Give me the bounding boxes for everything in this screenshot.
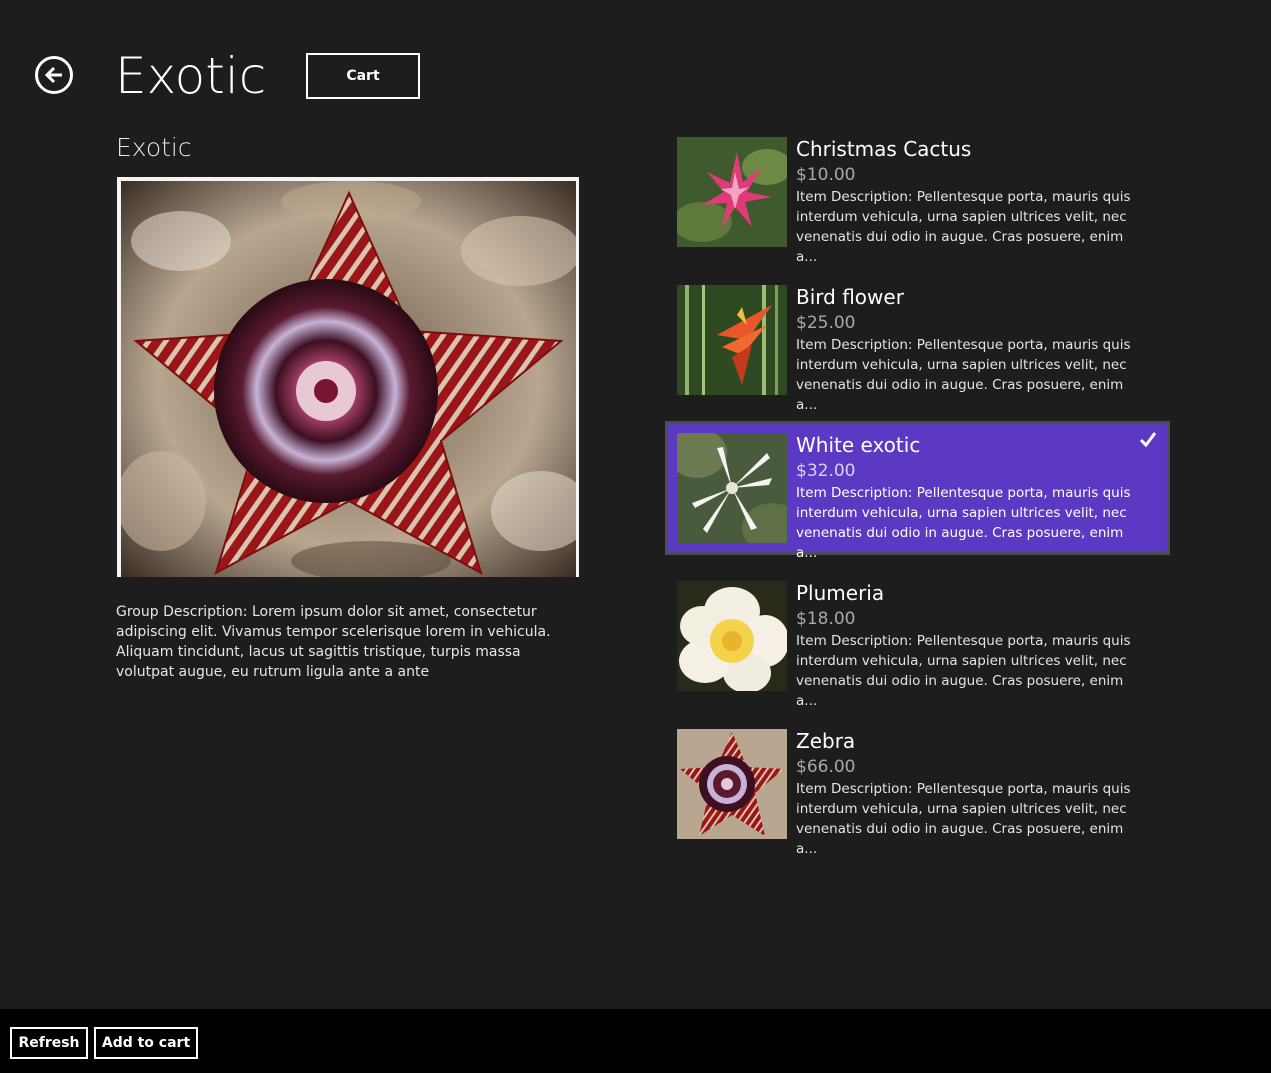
bird-flower-image — [677, 285, 787, 395]
item-thumbnail — [677, 137, 787, 247]
item-description: Item Description: Pellentesque porta, ma… — [796, 633, 1131, 709]
item-thumbnail — [677, 581, 787, 691]
checkmark-icon — [1139, 432, 1157, 448]
item-title: Zebra — [796, 729, 856, 753]
item-thumbnail — [677, 285, 787, 395]
item-description: Item Description: Pellentesque porta, ma… — [796, 485, 1131, 561]
list-item[interactable]: Zebra $66.00 Item Description: Pellentes… — [665, 717, 1170, 857]
list-item[interactable]: Christmas Cactus $10.00 Item Description… — [665, 125, 1170, 265]
item-title: Plumeria — [796, 581, 885, 605]
app-bar: Refresh Add to cart — [0, 1009, 1271, 1073]
list-item[interactable]: Plumeria $18.00 Item Description: Pellen… — [665, 569, 1170, 709]
item-description: Item Description: Pellentesque porta, ma… — [796, 781, 1131, 857]
item-price: $32.00 — [796, 461, 856, 481]
item-title: Christmas Cactus — [796, 137, 972, 161]
group-image — [117, 177, 579, 577]
cart-button[interactable]: Cart — [306, 53, 420, 99]
back-arrow-icon — [44, 66, 62, 84]
page-title: Exotic — [115, 47, 267, 105]
white-exotic-image — [677, 433, 787, 543]
zebra-flower-image — [121, 181, 576, 577]
refresh-button[interactable]: Refresh — [10, 1027, 88, 1059]
item-price: $10.00 — [796, 165, 856, 185]
item-thumbnail — [677, 433, 787, 543]
add-to-cart-button[interactable]: Add to cart — [94, 1027, 198, 1059]
group-title: Exotic — [116, 133, 192, 162]
list-item[interactable]: Bird flower $25.00 Item Description: Pel… — [665, 273, 1170, 413]
zebra-image — [677, 729, 787, 839]
item-description: Item Description: Pellentesque porta, ma… — [796, 337, 1131, 413]
item-thumbnail — [677, 729, 787, 839]
item-title: White exotic — [796, 433, 921, 457]
christmas-cactus-image — [677, 137, 787, 247]
item-description: Item Description: Pellentesque porta, ma… — [796, 189, 1131, 265]
item-title: Bird flower — [796, 285, 904, 309]
back-button[interactable] — [35, 56, 73, 94]
item-price: $25.00 — [796, 313, 856, 333]
item-price: $66.00 — [796, 757, 856, 777]
plumeria-image — [677, 581, 787, 691]
list-item-selected[interactable]: White exotic $32.00 Item Description: Pe… — [665, 421, 1170, 561]
item-price: $18.00 — [796, 609, 856, 629]
group-description: Group Description: Lorem ipsum dolor sit… — [116, 604, 551, 680]
